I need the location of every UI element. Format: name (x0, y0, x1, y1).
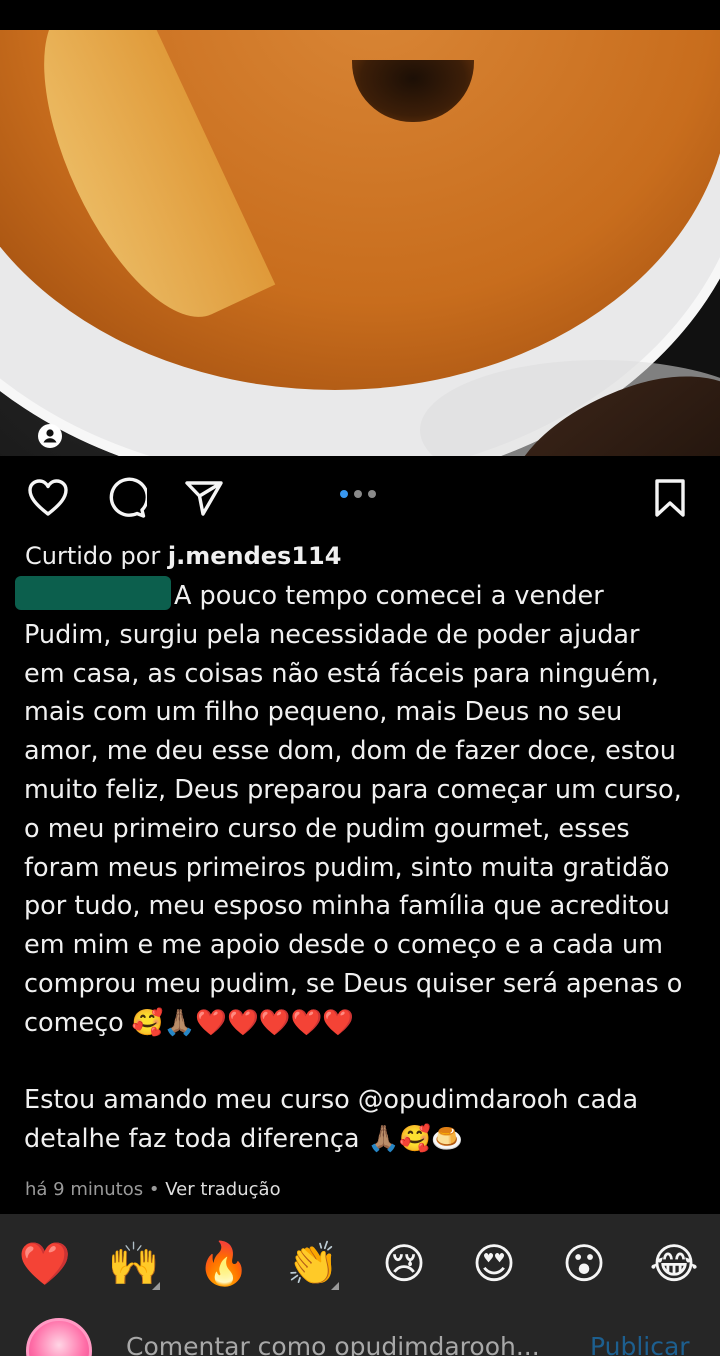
comment-input[interactable]: Comentar como opudimdarooh... (126, 1332, 540, 1356)
reaction-heart-eyes[interactable]: 😍 (466, 1236, 522, 1292)
reaction-fire[interactable]: 🔥 (196, 1236, 252, 1292)
publish-button[interactable]: Publicar (590, 1332, 690, 1356)
reaction-surprised[interactable]: 😮 (556, 1236, 612, 1292)
user-tag-icon[interactable] (38, 424, 62, 448)
liked-by-user[interactable]: j.mendes114 (168, 542, 342, 570)
caption-text: A pouco tempo comecei a vender Pudim, su… (24, 581, 683, 1155)
action-bar (0, 456, 720, 532)
bookmark-icon[interactable] (648, 476, 692, 520)
post-meta: há 9 minutos • Ver tradução (25, 1179, 705, 1200)
send-icon[interactable] (182, 476, 226, 520)
carousel-indicator (340, 490, 376, 498)
quick-reactions: ❤️ 🙌 🔥 👏 😢 😍 😮 😂 (0, 1236, 720, 1296)
reaction-raised-hands[interactable]: 🙌 (106, 1236, 162, 1292)
avatar (26, 1318, 92, 1356)
reaction-laughing[interactable]: 😂 (646, 1236, 702, 1292)
heart-icon[interactable] (26, 476, 70, 520)
comment-composer: ❤️ 🙌 🔥 👏 😢 😍 😮 😂 Comentar como opudimdar… (0, 1214, 720, 1356)
carousel-dot (340, 490, 348, 498)
carousel-dot (368, 490, 376, 498)
post-details: Curtido por j.mendes114 A pouco tempo co… (15, 536, 705, 1200)
meta-separator: • (143, 1178, 166, 1200)
see-translation-link[interactable]: Ver tradução (165, 1179, 280, 1200)
liked-by-label: Curtido por (25, 542, 168, 570)
carousel-dot (354, 490, 362, 498)
reaction-clap[interactable]: 👏 (285, 1236, 341, 1292)
reaction-crying[interactable]: 😢 (376, 1236, 432, 1292)
post-caption: A pouco tempo comecei a vender Pudim, su… (15, 576, 714, 1159)
variant-indicator (152, 1282, 160, 1290)
redacted-username (15, 576, 171, 610)
reaction-raised-hands-emoji: 🙌 (107, 1239, 161, 1288)
post-time: há 9 minutos (25, 1178, 144, 1200)
variant-indicator (331, 1282, 339, 1290)
reaction-clap-emoji: 👏 (286, 1239, 340, 1288)
comment-icon[interactable] (104, 476, 148, 520)
status-bar (0, 0, 720, 30)
reaction-heart[interactable]: ❤️ (17, 1236, 73, 1292)
post-photo[interactable] (0, 30, 720, 456)
likes-summary[interactable]: Curtido por j.mendes114 (25, 536, 705, 576)
